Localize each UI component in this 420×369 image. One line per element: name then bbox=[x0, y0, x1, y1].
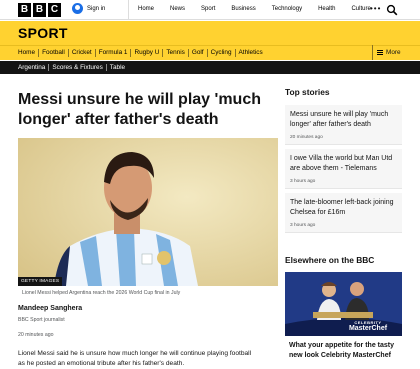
breadcrumb-item-argentina[interactable]: Argentina bbox=[18, 64, 48, 71]
top-story-time: 3 hours ago bbox=[290, 179, 316, 184]
sport-nav-athletics[interactable]: Athletics bbox=[234, 49, 266, 57]
divider bbox=[128, 0, 129, 20]
image-caption: Lionel Messi helped Argentina reach the … bbox=[22, 290, 181, 296]
sport-nav-cycling[interactable]: Cycling bbox=[206, 49, 235, 57]
top-navigation-bar: B B C Sign in Home News Sport Business T… bbox=[0, 0, 420, 20]
account-icon bbox=[72, 3, 83, 14]
global-nav-technology[interactable]: Technology bbox=[272, 6, 302, 12]
breadcrumb: Argentina Scores & Fixtures Table bbox=[0, 61, 420, 74]
image-credit: GETTY IMAGES bbox=[18, 277, 63, 286]
promo-logo-main: MasterChef bbox=[348, 325, 388, 332]
breadcrumb-item-table[interactable]: Table bbox=[105, 64, 128, 71]
top-story-card[interactable]: Messi unsure he will play 'much longer' … bbox=[285, 105, 402, 145]
global-nav-news[interactable]: News bbox=[170, 6, 185, 12]
top-story-title[interactable]: Messi unsure he will play 'much longer' … bbox=[290, 110, 397, 129]
more-menu-button[interactable]: More bbox=[372, 45, 401, 60]
section-title[interactable]: SPORT bbox=[18, 25, 68, 41]
published-time: 20 minutes ago bbox=[18, 332, 54, 338]
article-headline: Messi unsure he will play 'much longer' … bbox=[18, 91, 261, 128]
author-role: BBC Sport journalist bbox=[18, 317, 65, 323]
menu-icon bbox=[377, 50, 383, 55]
dots-icon[interactable]: ••• bbox=[370, 5, 381, 13]
bbc-logo-letter: B bbox=[33, 3, 46, 17]
sign-in-button[interactable]: Sign in bbox=[72, 3, 105, 14]
bbc-logo-letter: B bbox=[18, 3, 31, 17]
sport-nav-formula1[interactable]: Formula 1 bbox=[94, 49, 131, 57]
top-story-card[interactable]: I owe Villa the world but Man Utd are ab… bbox=[285, 149, 402, 189]
global-nav-sport[interactable]: Sport bbox=[201, 6, 215, 12]
elsewhere-heading: Elsewhere on the BBC bbox=[285, 255, 375, 265]
article-lede: Lionel Messi said he is unsure how much … bbox=[18, 350, 252, 367]
bbc-logo[interactable]: B B C bbox=[18, 3, 61, 17]
sport-nav-football[interactable]: Football bbox=[38, 49, 68, 57]
author-name[interactable]: Mandeep Sanghera bbox=[18, 305, 82, 312]
top-story-time: 3 hours ago bbox=[290, 223, 316, 228]
sign-in-label: Sign in bbox=[87, 5, 106, 12]
global-nav-health[interactable]: Health bbox=[318, 6, 335, 12]
sport-nav: Home Football Cricket Formula 1 Rugby U … bbox=[0, 45, 420, 60]
sport-nav-rugby-union[interactable]: Rugby U bbox=[130, 49, 162, 57]
promo-title[interactable]: What your appetite for the tasty new loo… bbox=[289, 341, 401, 360]
promo-logo: CELEBRITY MasterChef bbox=[338, 320, 398, 333]
article-hero-image bbox=[18, 138, 278, 286]
bbc-logo-letter: C bbox=[48, 3, 61, 17]
global-nav-business[interactable]: Business bbox=[231, 6, 255, 12]
top-story-time: 20 minutes ago bbox=[290, 135, 323, 140]
top-story-title[interactable]: I owe Villa the world but Man Utd are ab… bbox=[290, 154, 397, 173]
global-nav-home[interactable]: Home bbox=[138, 6, 154, 12]
sport-nav-home[interactable]: Home bbox=[18, 49, 38, 57]
sport-nav-tennis[interactable]: Tennis bbox=[162, 49, 187, 57]
search-icon[interactable] bbox=[386, 4, 398, 16]
breadcrumb-item-scores[interactable]: Scores & Fixtures bbox=[48, 64, 105, 71]
global-nav-culture[interactable]: Culture bbox=[351, 6, 370, 12]
sport-banner: SPORT bbox=[0, 21, 420, 45]
top-stories-heading: Top stories bbox=[285, 87, 330, 97]
more-label: More bbox=[386, 49, 401, 56]
global-nav: Home News Sport Business Technology Heal… bbox=[138, 6, 387, 12]
top-story-title[interactable]: The late-bloomer left-back joining Chels… bbox=[290, 198, 397, 217]
sport-nav-golf[interactable]: Golf bbox=[187, 49, 207, 57]
top-story-card[interactable]: The late-bloomer left-back joining Chels… bbox=[285, 193, 402, 233]
sport-nav-cricket[interactable]: Cricket bbox=[67, 49, 95, 57]
